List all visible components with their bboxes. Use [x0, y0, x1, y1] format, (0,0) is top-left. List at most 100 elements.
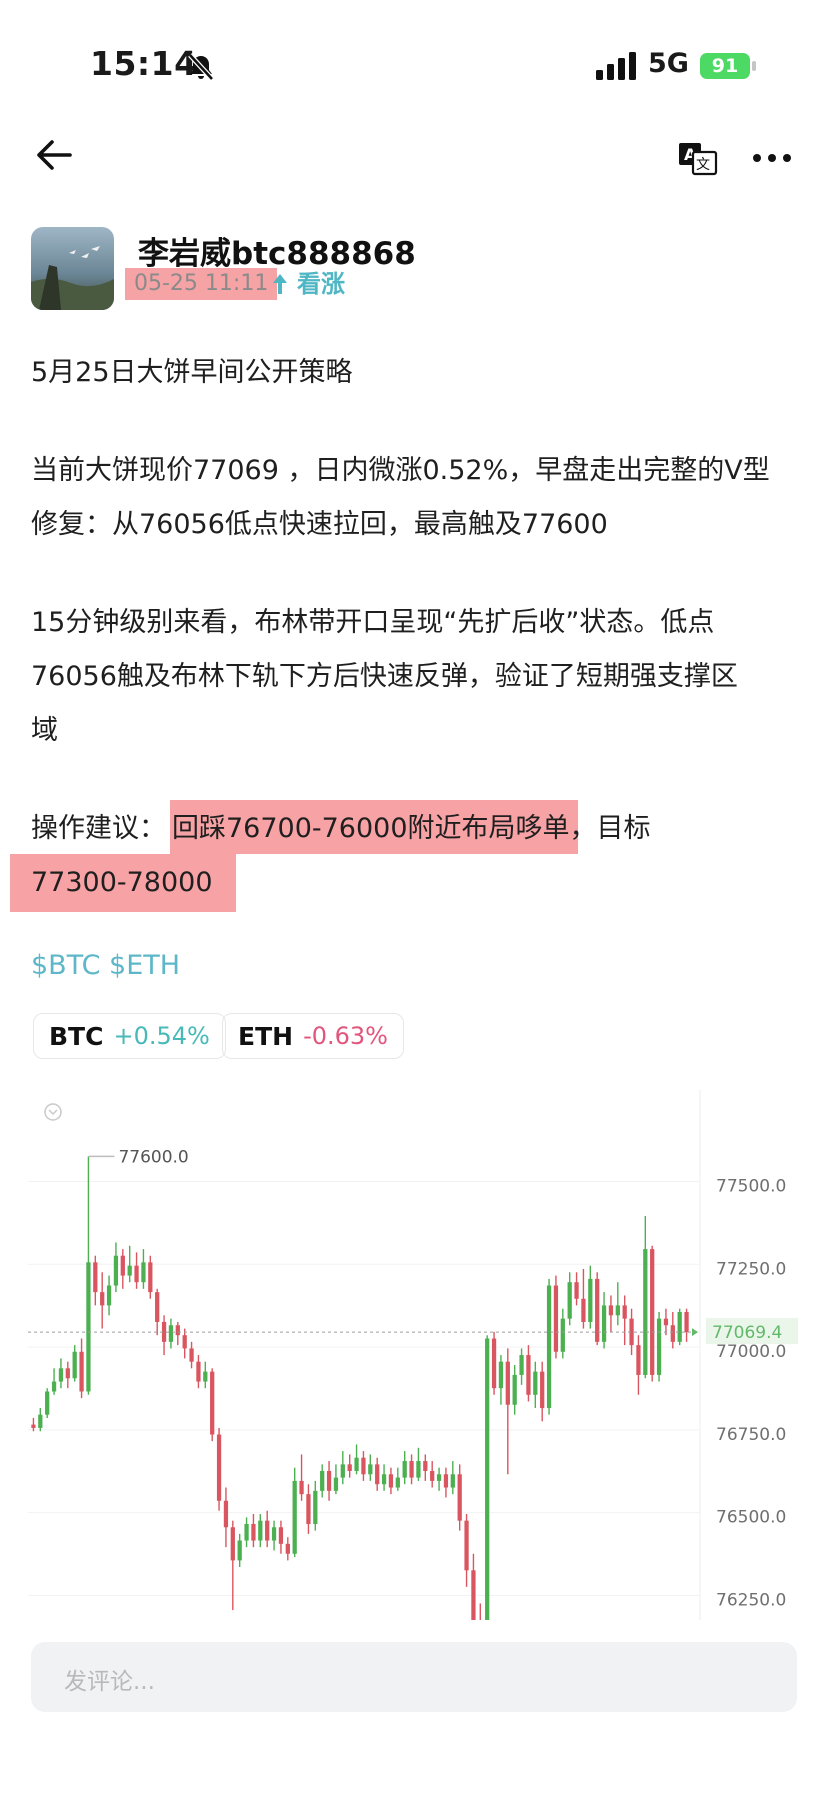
candle-body — [86, 1262, 91, 1392]
translate-icon[interactable]: A 文 — [678, 140, 718, 176]
candle-body — [416, 1461, 421, 1478]
candle-body — [182, 1335, 187, 1349]
candle-body — [271, 1527, 277, 1541]
ticker-symbol: BTC — [49, 1021, 104, 1051]
sentiment-badge: 看涨 — [297, 270, 345, 298]
chevron-down-icon — [48, 1109, 58, 1116]
candle-body — [141, 1262, 146, 1283]
candle-body — [615, 1305, 620, 1316]
candle-body — [567, 1282, 572, 1319]
battery-level: 91 — [711, 55, 739, 77]
candle-body — [450, 1474, 455, 1488]
candle-body — [106, 1285, 112, 1306]
candle-body — [210, 1371, 215, 1435]
candle-body — [313, 1490, 318, 1524]
author-name[interactable]: 李岩威btc888868 — [138, 228, 416, 273]
svg-text:文: 文 — [696, 157, 710, 173]
candle-body — [622, 1305, 627, 1319]
post-line: 修复：从76056低点快速拉回，最高触及77600 — [31, 509, 608, 540]
y-tick-label: 76500.0 — [716, 1508, 786, 1528]
candle-body — [65, 1368, 70, 1379]
candle-body — [663, 1318, 669, 1326]
candle-body — [31, 1424, 36, 1428]
candle-body — [340, 1464, 345, 1478]
back-arrow-icon[interactable] — [34, 138, 74, 172]
advice-highlight: 回踩76700-76000附近布局哆单 — [172, 813, 570, 844]
candle-body — [430, 1470, 435, 1481]
candle-body — [540, 1371, 545, 1409]
comment-input[interactable]: 发评论... — [31, 1642, 797, 1712]
candle-body — [636, 1345, 641, 1375]
candle-body — [320, 1470, 325, 1491]
candle-body — [113, 1255, 119, 1286]
y-tick-label: 77250.0 — [716, 1259, 786, 1279]
candle-body — [292, 1480, 297, 1554]
hashtags[interactable]: $BTC $ETH — [31, 950, 180, 981]
candle-body — [388, 1474, 394, 1488]
candle-body — [196, 1361, 201, 1382]
current-price-label: 77069.4 — [712, 1323, 782, 1343]
post-time: 05-25 11:11 — [125, 268, 278, 300]
y-tick-label: 77000.0 — [716, 1342, 786, 1362]
candle-body — [375, 1464, 380, 1485]
candle-body — [155, 1292, 160, 1322]
candle-body — [519, 1355, 524, 1375]
candle-body — [533, 1371, 538, 1395]
candle-body — [368, 1464, 373, 1475]
candle-body — [278, 1527, 284, 1544]
candle-body — [38, 1414, 43, 1428]
candle-body — [216, 1434, 222, 1501]
candle-body — [395, 1477, 400, 1488]
candle-body — [347, 1464, 352, 1471]
avatar[interactable] — [31, 227, 114, 310]
candle-body — [553, 1285, 559, 1352]
candle-body — [175, 1325, 180, 1336]
candle-body — [79, 1351, 84, 1392]
candle-body — [333, 1477, 339, 1491]
btc-candlestick-chart[interactable]: 77500.0 77250.0 77000.0 76750.0 76500.0 76250… — [28, 1090, 800, 1620]
candle-body — [148, 1262, 153, 1293]
candle-body — [120, 1255, 125, 1276]
candle-body — [402, 1461, 407, 1478]
candle-body — [684, 1312, 689, 1333]
candle-body — [361, 1457, 366, 1475]
post-line: 域 — [31, 715, 58, 746]
candle-body — [409, 1461, 414, 1478]
battery-icon: 91 — [700, 53, 756, 79]
bell-muted-icon — [188, 53, 214, 81]
candle-body — [560, 1318, 565, 1352]
bullish-arrow-icon — [273, 274, 287, 294]
candle-body — [498, 1361, 504, 1389]
candle-body — [677, 1312, 682, 1342]
candle-body — [306, 1494, 311, 1524]
candle-body — [423, 1461, 428, 1471]
chart-candles — [31, 1156, 689, 1620]
ticker-chip-eth[interactable]: ETH -0.63% — [222, 1013, 404, 1059]
candle-body — [670, 1325, 675, 1342]
candle-body — [656, 1318, 662, 1375]
post-line: 76056触及布林下轨下方后快速反弹，验证了短期强支撑区 — [31, 661, 738, 692]
candle-body — [237, 1540, 242, 1561]
candle-body — [299, 1480, 304, 1495]
candle-body — [244, 1523, 249, 1541]
candle-body — [546, 1285, 552, 1409]
candle-body — [643, 1249, 648, 1375]
status-time: 15:14 — [90, 44, 198, 83]
candle-body — [51, 1381, 57, 1392]
candle-body — [127, 1265, 132, 1276]
candle-body — [650, 1249, 655, 1375]
y-tick-label: 76750.0 — [716, 1425, 786, 1445]
candle-body — [443, 1474, 449, 1488]
more-options-icon[interactable] — [752, 148, 792, 168]
candle-body — [601, 1305, 607, 1342]
advice-prefix: 操作建议： — [31, 813, 166, 844]
candle-body — [72, 1351, 77, 1379]
ticker-chip-btc[interactable]: BTC +0.54% — [33, 1013, 226, 1059]
candle-body — [265, 1520, 270, 1541]
chart-labels: 77500.0 77250.0 77000.0 76750.0 76500.0 76250… — [28, 1147, 798, 1610]
candle-body — [134, 1265, 139, 1283]
candle-body — [230, 1527, 235, 1561]
current-price-pointer — [692, 1328, 698, 1337]
candle-body — [512, 1374, 517, 1405]
post-line: 15分钟级别来看，布林带开口呈现“先扩后收”状态。低点 — [31, 607, 715, 638]
